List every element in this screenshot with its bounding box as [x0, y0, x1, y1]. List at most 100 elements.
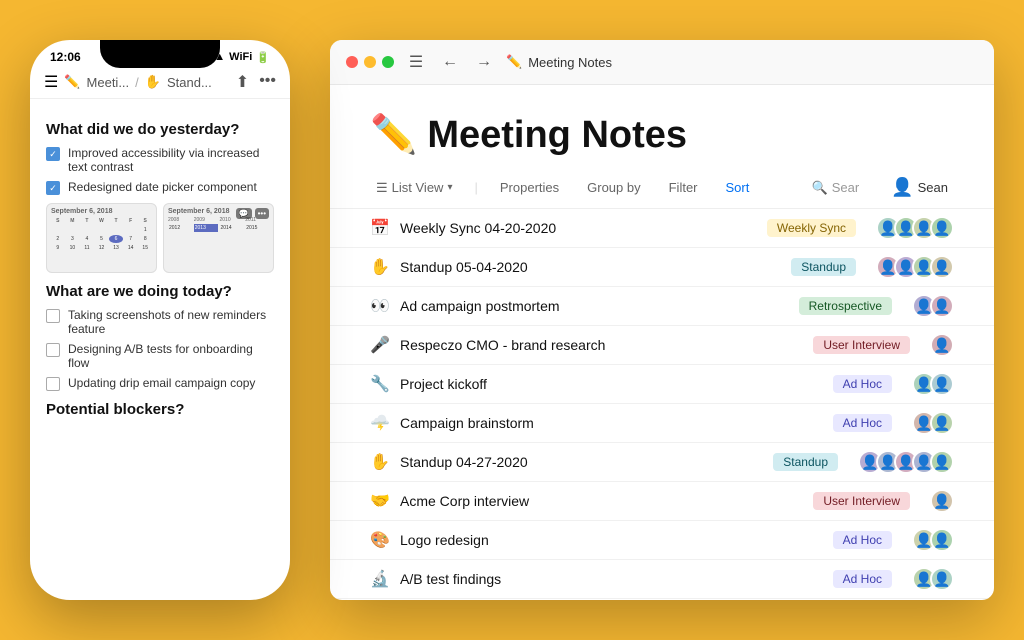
phone-image-preview: September 6, 2018 SMTWTFS 1 2345678 9101… — [46, 203, 274, 273]
checkbox-unchecked[interactable] — [46, 377, 60, 391]
image-box-2: 💬 ••• September 6, 2018 2008200920102011… — [163, 203, 274, 273]
row-icon: 📅 — [370, 218, 390, 238]
avatar-icon: 👤 — [891, 177, 913, 198]
phone-time: 12:06 — [50, 50, 81, 64]
row-avatars: 👤 — [930, 489, 954, 513]
window-close-button[interactable] — [346, 56, 358, 68]
title-emoji: ✏️ — [506, 54, 522, 70]
checklist-item: Designing A/B tests for onboarding flow — [46, 342, 274, 370]
table-row[interactable]: 🔬A/B test findingsAd Hoc👤👤 — [330, 560, 994, 599]
search-icon: 🔍 — [812, 180, 828, 196]
window-body[interactable]: ✏️ Meeting Notes ☰ List View ▾ | Propert… — [330, 85, 994, 600]
user-avatar[interactable]: 👤 Sean — [885, 173, 954, 202]
checklist-text: Designing A/B tests for onboarding flow — [68, 342, 274, 370]
phone-nav-icons: ⬆ ••• — [236, 72, 276, 92]
window-titlebar: ☰ ← → ✏️ Meeting Notes — [330, 40, 994, 85]
row-avatars: 👤👤 — [912, 294, 954, 318]
image-box-1: September 6, 2018 SMTWTFS 1 2345678 9101… — [46, 203, 157, 273]
phone-nav-emoji2: ✋ — [145, 74, 161, 90]
wifi-icon: WiFi — [229, 51, 252, 63]
row-icon: 🎨 — [370, 530, 390, 550]
row-avatars: 👤👤👤👤 — [876, 216, 954, 240]
row-title: Standup 05-04-2020 — [400, 259, 781, 275]
window-maximize-button[interactable] — [382, 56, 394, 68]
checkbox-checked[interactable]: ✓ — [46, 181, 60, 195]
share-icon[interactable]: ⬆ — [236, 72, 249, 92]
back-button[interactable]: ← — [438, 50, 462, 74]
row-title: Standup 04-27-2020 — [400, 454, 763, 470]
phone-section3-title: Potential blockers? — [46, 401, 274, 418]
phone-nav-title2: Stand... — [167, 75, 212, 90]
table-row[interactable]: 🌩️Campaign brainstormAd Hoc👤👤 — [330, 404, 994, 443]
checklist-text: Improved accessibility via increased tex… — [68, 146, 274, 174]
hamburger-menu-icon[interactable]: ☰ — [404, 50, 428, 74]
image-more-icon[interactable]: ••• — [255, 208, 269, 219]
checkbox-unchecked[interactable] — [46, 343, 60, 357]
avatar: 👤 — [930, 216, 954, 240]
search-button[interactable]: 🔍 Sear — [806, 176, 866, 200]
row-title: Acme Corp interview — [400, 493, 803, 509]
phone-nav-sep: / — [135, 75, 139, 90]
sort-button[interactable]: Sort — [720, 176, 756, 199]
row-tag: Ad Hoc — [833, 375, 892, 393]
menu-icon[interactable]: ☰ — [44, 72, 58, 92]
avatar: 👤 — [930, 372, 954, 396]
table-row[interactable]: 🤝Acme Corp interviewUser Interview👤 — [330, 482, 994, 521]
properties-button[interactable]: Properties — [494, 176, 565, 199]
row-title: Weekly Sync 04-20-2020 — [400, 220, 757, 236]
group-by-button[interactable]: Group by — [581, 176, 646, 199]
phone-nav: ☰ ✏️ Meeti... / ✋ Stand... ⬆ ••• — [30, 66, 290, 99]
checkbox-checked[interactable]: ✓ — [46, 147, 60, 161]
row-title: Campaign brainstorm — [400, 415, 823, 431]
row-avatars: 👤👤 — [912, 567, 954, 591]
chevron-down-icon: ▾ — [447, 182, 452, 193]
window-minimize-button[interactable] — [364, 56, 376, 68]
notion-toolbar: ☰ List View ▾ | Properties Group by Filt… — [330, 167, 994, 209]
phone-nav-title1: Meeti... — [87, 75, 130, 90]
row-tag: Retrospective — [799, 297, 892, 315]
phone-section1-title: What did we do yesterday? — [46, 121, 274, 138]
phone-section2-title: What are we doing today? — [46, 283, 274, 300]
window-controls — [346, 56, 394, 68]
checklist-text: Redesigned date picker component — [68, 180, 257, 194]
row-avatars: 👤 — [930, 333, 954, 357]
table-row[interactable]: 🎨Logo redesignAd Hoc👤👤 — [330, 521, 994, 560]
checklist-text: Updating drip email campaign copy — [68, 376, 255, 390]
view-toggle[interactable]: ☰ List View ▾ — [370, 176, 458, 200]
phone-content: What did we do yesterday? ✓ Improved acc… — [30, 99, 290, 579]
checklist-item: ✓ Improved accessibility via increased t… — [46, 146, 274, 174]
window-title: ✏️ Meeting Notes — [506, 54, 612, 70]
table-row[interactable]: 🔧Project kickoffAd Hoc👤👤 — [330, 365, 994, 404]
table-row[interactable]: 🎤Respeczo CMO - brand researchUser Inter… — [330, 326, 994, 365]
row-icon: 🌩️ — [370, 413, 390, 433]
phone-notch — [100, 40, 220, 68]
row-tag: Standup — [773, 453, 838, 471]
notion-table: 📅Weekly Sync 04-20-2020Weekly Sync👤👤👤👤✋S… — [330, 209, 994, 600]
table-row[interactable]: ✋Standup 05-04-2020Standup👤👤👤👤 — [330, 248, 994, 287]
checklist-item: Updating drip email campaign copy — [46, 376, 274, 391]
avatar: 👤 — [930, 567, 954, 591]
phone-device: 12:06 ▲▲▲ WiFi 🔋 ☰ ✏️ Meeti... / ✋ Stand… — [30, 40, 290, 600]
table-row[interactable]: ✋Standup 04-27-2020Standup👤👤👤👤👤 — [330, 443, 994, 482]
image-comment-icon[interactable]: 💬 — [236, 208, 252, 219]
checkbox-unchecked[interactable] — [46, 309, 60, 323]
row-tag: Weekly Sync — [767, 219, 856, 237]
avatar: 👤 — [930, 489, 954, 513]
table-row[interactable]: ✋Standup 05-11-2020Standup👤👤👤 — [330, 599, 994, 600]
forward-button[interactable]: → — [472, 50, 496, 74]
checklist-item: Taking screenshots of new reminders feat… — [46, 308, 274, 336]
table-row[interactable]: 👀 Ad campaign postmortem Retrospective 👤👤 — [330, 287, 994, 326]
table-row[interactable]: 📅 Weekly Sync 04-20-2020 Weekly Sync 👤👤👤👤 — [330, 209, 994, 248]
row-icon: 👀 — [370, 296, 390, 316]
row-icon: ✋ — [370, 452, 390, 472]
row-avatars: 👤👤 — [912, 372, 954, 396]
row-icon: 🔧 — [370, 374, 390, 394]
more-icon[interactable]: ••• — [259, 72, 276, 92]
avatar: 👤 — [930, 333, 954, 357]
row-title: Ad campaign postmortem — [400, 298, 789, 314]
filter-button[interactable]: Filter — [663, 176, 704, 199]
row-title: Respeczo CMO - brand research — [400, 337, 803, 353]
checklist-item: ✓ Redesigned date picker component — [46, 180, 274, 195]
avatar: 👤 — [930, 411, 954, 435]
row-icon: 🎤 — [370, 335, 390, 355]
